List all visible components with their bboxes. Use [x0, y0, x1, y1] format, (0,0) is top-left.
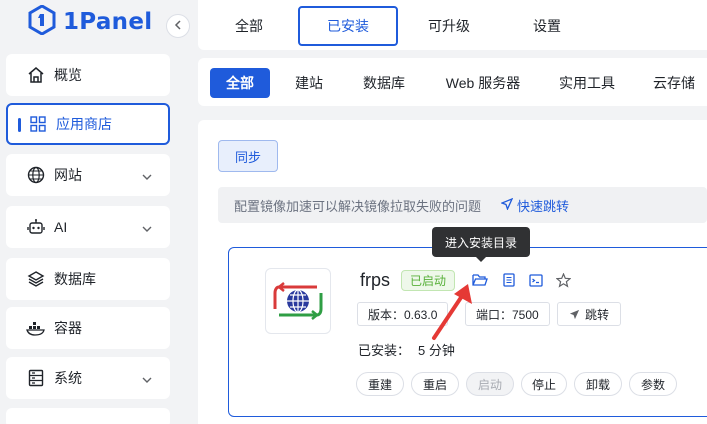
installed-value: 5 分钟 [418, 343, 455, 358]
sidebar-item-ai[interactable]: AI [6, 206, 170, 248]
start-button[interactable]: 启动 [466, 372, 514, 396]
sync-button[interactable]: 同步 [218, 140, 278, 172]
uninstall-button[interactable]: 卸载 [574, 372, 622, 396]
category-label: 全部 [226, 75, 254, 91]
tooltip: 进入安装目录 [432, 227, 530, 262]
sidebar-item-more[interactable] [6, 408, 170, 424]
category-label: 建站 [295, 75, 323, 91]
chevron-down-icon [142, 220, 152, 236]
notice-text: 配置镜像加速可以解决镜像拉取失败的问题 [234, 198, 482, 214]
sidebar-item-label: 网站 [54, 167, 82, 183]
installed-label: 已安装： [358, 343, 411, 358]
brand-logo[interactable]: 1Panel [28, 3, 153, 40]
grid-icon [28, 114, 48, 134]
category-database[interactable]: 数据库 [354, 68, 414, 98]
chevron-down-icon [142, 168, 152, 184]
main-panel: 同步 配置镜像加速可以解决镜像拉取失败的问题 快速跳转 frps 已启动 版本：… [198, 120, 707, 424]
app-name: frps [360, 270, 391, 290]
version-label: 版本：0.63.0 [368, 307, 438, 322]
category-tools[interactable]: 实用工具 [552, 68, 622, 98]
category-website[interactable]: 建站 [282, 68, 336, 98]
sidebar-item-label: 系统 [54, 370, 82, 386]
sidebar-item-website[interactable]: 网站 [6, 154, 170, 196]
stop-button[interactable]: 停止 [521, 372, 567, 396]
tab-installed[interactable]: 已安装 [298, 6, 398, 46]
send-icon [569, 309, 580, 320]
annotation-arrow [432, 284, 472, 340]
sidebar-item-overview[interactable]: 概览 [6, 54, 170, 96]
tab-all[interactable]: 全部 [216, 6, 282, 46]
sidebar-item-label: 应用商店 [56, 116, 112, 132]
jump-button[interactable]: 跳转 [557, 302, 621, 326]
quick-jump-label: 快速跳转 [517, 198, 570, 214]
category-label: 实用工具 [559, 75, 615, 91]
app-logo [265, 268, 331, 334]
sidebar-item-label: AI [54, 219, 68, 235]
tab-label: 全部 [235, 18, 263, 34]
tab-label: 可升级 [428, 18, 470, 34]
rebuild-button[interactable]: 重建 [356, 372, 404, 396]
sidebar-item-label: 概览 [54, 67, 82, 83]
brand-name: 1Panel [63, 9, 153, 35]
layers-icon [26, 269, 46, 289]
tab-label: 设置 [533, 18, 561, 34]
file-text-icon[interactable] [501, 272, 517, 288]
mirror-notice: 配置镜像加速可以解决镜像拉取失败的问题 快速跳转 [218, 187, 707, 223]
installed-info: 已安装： 5 分钟 [358, 340, 455, 359]
sidebar-item-system[interactable]: 系统 [6, 357, 170, 399]
robot-icon [26, 217, 46, 237]
port-label: 端口：7500 [476, 307, 539, 322]
docker-icon [26, 318, 46, 338]
sidebar-item-database[interactable]: 数据库 [6, 258, 170, 300]
top-tabs: 全部 已安装 可升级 设置 [198, 0, 707, 50]
category-bar: 全部 建站 数据库 Web 服务器 实用工具 云存储 [198, 58, 707, 106]
chevron-down-icon [142, 371, 152, 387]
tab-settings[interactable]: 设置 [514, 6, 580, 46]
collapse-sidebar-button[interactable] [166, 14, 190, 38]
restart-button[interactable]: 重启 [411, 372, 459, 396]
sidebar-item-app-store[interactable]: 应用商店 [6, 103, 170, 145]
chevron-left-icon [174, 17, 182, 35]
category-label: 数据库 [363, 75, 405, 91]
category-label: Web 服务器 [445, 75, 521, 91]
globe-icon [26, 165, 46, 185]
terminal-icon[interactable] [528, 272, 544, 288]
category-web-server[interactable]: Web 服务器 [438, 68, 528, 98]
send-icon [500, 197, 514, 213]
category-all[interactable]: 全部 [210, 68, 270, 98]
jump-label: 跳转 [584, 307, 609, 322]
sidebar-item-label: 容器 [54, 320, 82, 336]
logo-icon [28, 3, 56, 40]
sidebar: 1Panel 概览 应用商店 网站 AI 数据库 容器 系统 [0, 0, 190, 424]
sidebar-item-container[interactable]: 容器 [6, 307, 170, 349]
sidebar-item-label: 数据库 [54, 271, 96, 287]
quick-jump-link[interactable]: 快速跳转 [500, 196, 570, 215]
category-cloud-storage[interactable]: 云存储 [644, 68, 704, 98]
category-label: 云存储 [653, 75, 695, 91]
params-button[interactable]: 参数 [629, 372, 677, 396]
tab-label: 已安装 [327, 18, 369, 34]
tab-upgradable[interactable]: 可升级 [416, 6, 482, 46]
home-icon [26, 65, 46, 85]
frps-logo-icon [273, 282, 323, 320]
star-icon[interactable] [555, 272, 571, 288]
server-icon [26, 368, 46, 388]
